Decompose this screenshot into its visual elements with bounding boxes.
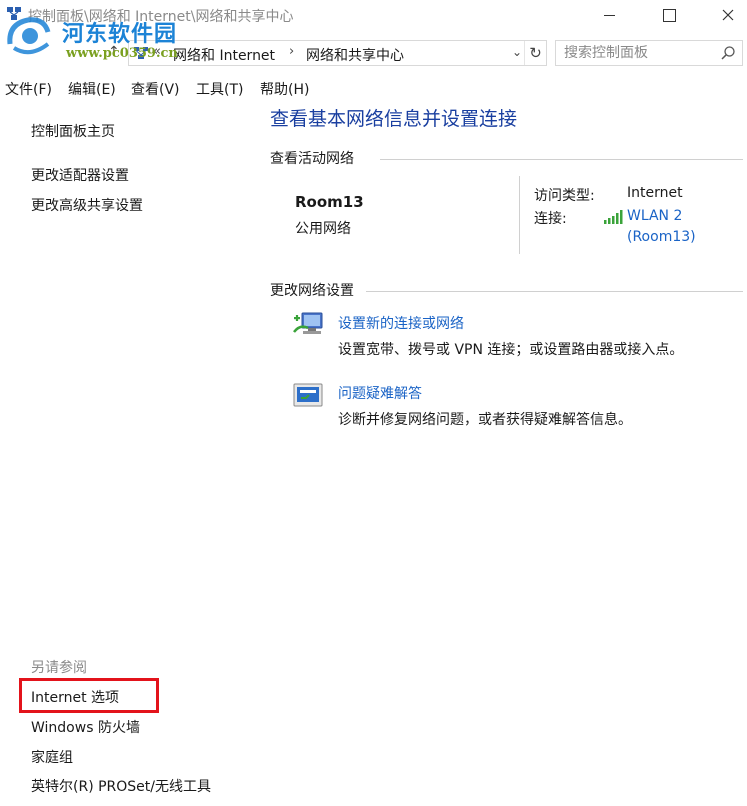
breadcrumb-network-internet[interactable]: 网络和 Internet [173, 45, 275, 65]
network-folder-icon [134, 47, 148, 59]
chevron-right-icon[interactable]: › [289, 44, 294, 59]
up-arrow-icon[interactable]: ↑ [108, 44, 120, 60]
menu-edit[interactable]: 编辑(E) [68, 79, 116, 99]
menu-tools[interactable]: 工具(T) [196, 79, 243, 99]
setup-connection-link[interactable]: 设置新的连接或网络 [338, 313, 464, 333]
close-button[interactable] [705, 0, 747, 30]
divider [380, 159, 743, 160]
sidebar-item-homegroup[interactable]: 家庭组 [31, 747, 73, 767]
menu-file[interactable]: 文件(F) [5, 79, 52, 99]
access-type-value: Internet [627, 185, 683, 201]
page-title: 查看基本网络信息并设置连接 [270, 108, 518, 130]
refresh-button[interactable]: ↻ [524, 41, 546, 65]
minimize-button[interactable] [586, 0, 632, 30]
breadcrumb-sharing-center[interactable]: 网络和共享中心 [306, 45, 404, 65]
breadcrumb-separator-icon[interactable]: « [153, 44, 161, 59]
address-row: ↑ « 网络和 Internet › 网络和共享中心 ⌄ ↻ [0, 38, 747, 68]
network-name: Room13 [295, 193, 364, 211]
sidebar-item-intel-proset[interactable]: 英特尔(R) PROSet/无线工具 [31, 776, 211, 796]
menu-bar: 文件(F) 编辑(E) 查看(V) 工具(T) 帮助(H) [0, 79, 747, 101]
menu-view[interactable]: 查看(V) [131, 79, 180, 99]
window-title: 控制面板\网络和 Internet\网络和共享中心 [28, 9, 294, 25]
access-type-label: 访问类型: [534, 188, 595, 204]
new-connection-icon [293, 312, 323, 334]
troubleshoot-icon [293, 383, 323, 407]
see-also-heading: 另请参阅 [31, 660, 87, 676]
sidebar-item-adapter-settings[interactable]: 更改适配器设置 [31, 165, 129, 185]
refresh-icon: ↻ [529, 44, 542, 62]
connection-link-wlan[interactable]: WLAN 2 [627, 208, 682, 224]
troubleshoot-description: 诊断并修复网络问题，或者获得疑难解答信息。 [338, 412, 632, 428]
sidebar-item-internet-options[interactable]: Internet 选项 [31, 687, 119, 707]
change-settings-heading: 更改网络设置 [270, 280, 362, 300]
network-center-icon [7, 7, 21, 20]
vertical-divider [519, 176, 520, 254]
menu-help[interactable]: 帮助(H) [260, 79, 309, 99]
connection-link-ssid[interactable]: (Room13) [627, 229, 696, 245]
sidebar-item-control-panel-home[interactable]: 控制面板主页 [31, 121, 115, 141]
divider [366, 291, 743, 292]
search-input[interactable] [564, 45, 714, 61]
close-icon [722, 9, 734, 21]
title-bar: 控制面板\网络和 Internet\网络和共享中心 [0, 0, 747, 30]
maximize-button[interactable] [646, 0, 692, 30]
troubleshoot-link[interactable]: 问题疑难解答 [338, 383, 422, 403]
search-box[interactable] [555, 40, 743, 66]
sidebar-item-advanced-sharing[interactable]: 更改高级共享设置 [31, 195, 143, 215]
connection-label: 连接: [534, 211, 567, 227]
active-networks-heading: 查看活动网络 [270, 148, 362, 168]
wifi-signal-icon [604, 210, 623, 224]
network-type: 公用网络 [295, 221, 351, 237]
address-bar[interactable]: « 网络和 Internet › 网络和共享中心 ⌄ ↻ [128, 40, 547, 66]
search-icon[interactable] [720, 45, 736, 61]
setup-connection-description: 设置宽带、拨号或 VPN 连接；或设置路由器或接入点。 [338, 342, 684, 358]
sidebar-item-windows-firewall[interactable]: Windows 防火墙 [31, 717, 140, 737]
chevron-down-icon[interactable]: ⌄ [512, 45, 522, 59]
